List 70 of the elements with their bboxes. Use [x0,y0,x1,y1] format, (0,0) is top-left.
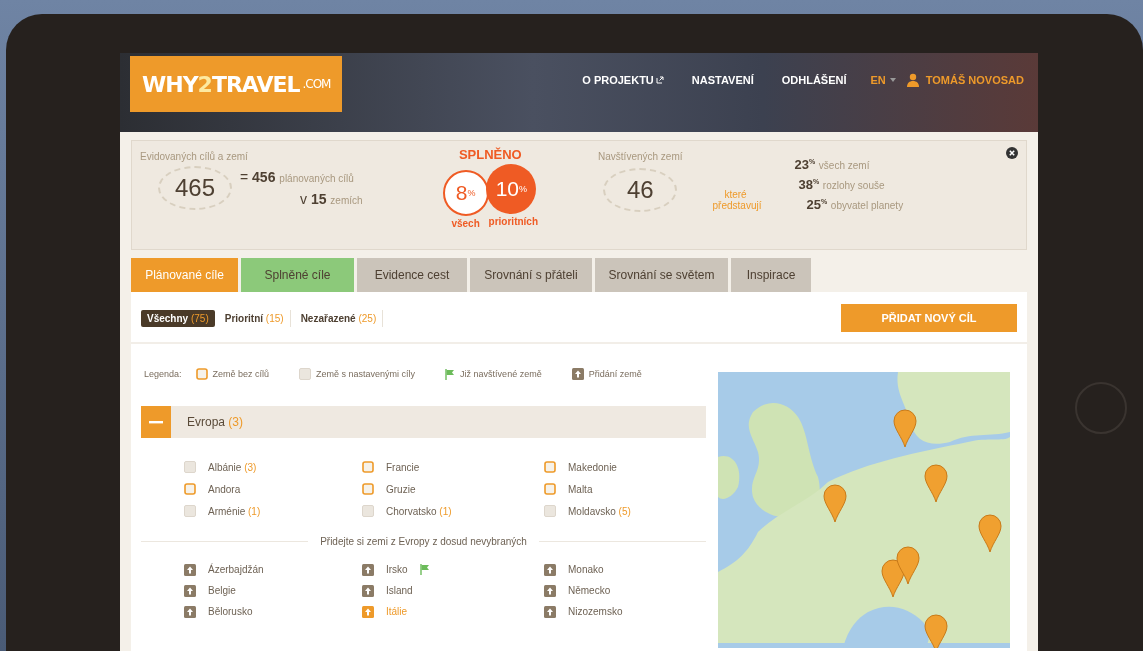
country-name[interactable]: Monako [568,564,604,575]
legend-text: Země bez cílů [212,369,270,379]
checkbox-icon[interactable] [184,483,196,495]
checkbox-icon[interactable] [362,461,374,473]
nav-link[interactable]: NASTAVENÍ [691,73,754,87]
checkbox-icon[interactable] [362,505,374,517]
share-text: 23$^{%}$ všech zemí [794,157,871,172]
legend-label: Legenda: [144,369,182,379]
country-name: Malta [568,483,593,495]
stat-text: v 15 zemích [300,191,363,207]
country-name: Gruzie [386,483,416,495]
close-button[interactable] [1006,147,1018,159]
percent-circle: 8$^{%}$ [442,170,489,216]
done-title: SPLNĚNO [458,147,522,162]
collapse-button[interactable] [141,406,171,438]
nav-link[interactable]: O PROJEKTU [582,73,664,87]
flag-icon [445,368,456,380]
country-name: Moldavsko (5) [568,505,631,517]
country-name[interactable]: Bělorusko [208,606,253,617]
filter-button[interactable]: Prioritní (15) [218,309,291,327]
country-name: Andora [208,483,241,495]
filter-button[interactable]: Nezařazené (25) [294,309,384,327]
country-name: Albánie (3) [208,461,257,473]
checkbox-icon[interactable] [184,461,196,473]
country-name: Makedonie [568,461,617,473]
checkbox-icon[interactable] [184,505,196,517]
user-icon [905,73,920,87]
country-name: Arménie (1) [208,505,261,517]
stat-label: Navštívených zemí [598,151,683,162]
region-name: Evropa (3) [187,415,244,429]
country-name[interactable]: Ázerbajdžán [208,564,264,575]
language-dropdown[interactable]: EN [870,73,896,87]
share-text: 25$^{%}$ obyvatel planety [806,197,904,212]
tab[interactable]: Srovnání se světem [595,258,728,292]
country-name: Francie [386,461,420,473]
checkbox-icon [299,368,312,380]
stat-text: = 456 plánovaných cílů [240,169,355,185]
checkbox-icon[interactable] [362,483,374,495]
nav-link[interactable]: ODHLÁŠENÍ [781,73,847,87]
stat-label: Evidovaných cílů a zemí [140,151,249,162]
country-name[interactable]: Belgie [208,585,236,596]
country-name[interactable]: Irsko [386,564,408,575]
tab[interactable]: Splněné cíle [241,258,354,292]
share-text: 38$^{%}$ rozlohy souše [798,177,886,192]
caret-icon [889,78,896,82]
checkbox-icon[interactable] [544,461,556,473]
checkbox-icon [195,368,208,380]
tab[interactable]: Evidence cest [357,258,467,292]
country-name[interactable]: Island [386,585,413,596]
region-header[interactable]: Evropa (3) [141,406,706,438]
section-title: Přidejte si zemi z Evropy z dosud nevybraných [320,536,527,547]
legend-text: Přidání země [588,369,642,379]
country-name: Chorvatsko (1) [386,505,452,517]
country-name[interactable]: Německo [568,585,611,596]
user-link[interactable]: TOMÁŠ NOVOSAD [905,73,1024,87]
checkbox-icon[interactable] [544,483,556,495]
legend-text: Země s nastavenými cíly [316,369,416,379]
close-icon [1006,147,1018,159]
tab[interactable]: Srovnání s přáteli [470,258,592,292]
circle-label: všech [451,218,480,229]
tab[interactable]: Inspirace [731,258,811,292]
circle-label: prioritních [488,216,539,227]
legend-text: Již navštívené země [460,369,542,379]
percent-circle: 10$^{%}$ [486,164,537,214]
filter-button[interactable]: Všechny (75) [141,309,215,327]
visited-count: 46 [603,168,678,212]
external-link-icon [655,76,664,84]
country-name[interactable]: Nizozemsko [568,606,623,617]
tracked-count: 465 [158,166,232,210]
checkbox-icon[interactable] [544,505,556,517]
